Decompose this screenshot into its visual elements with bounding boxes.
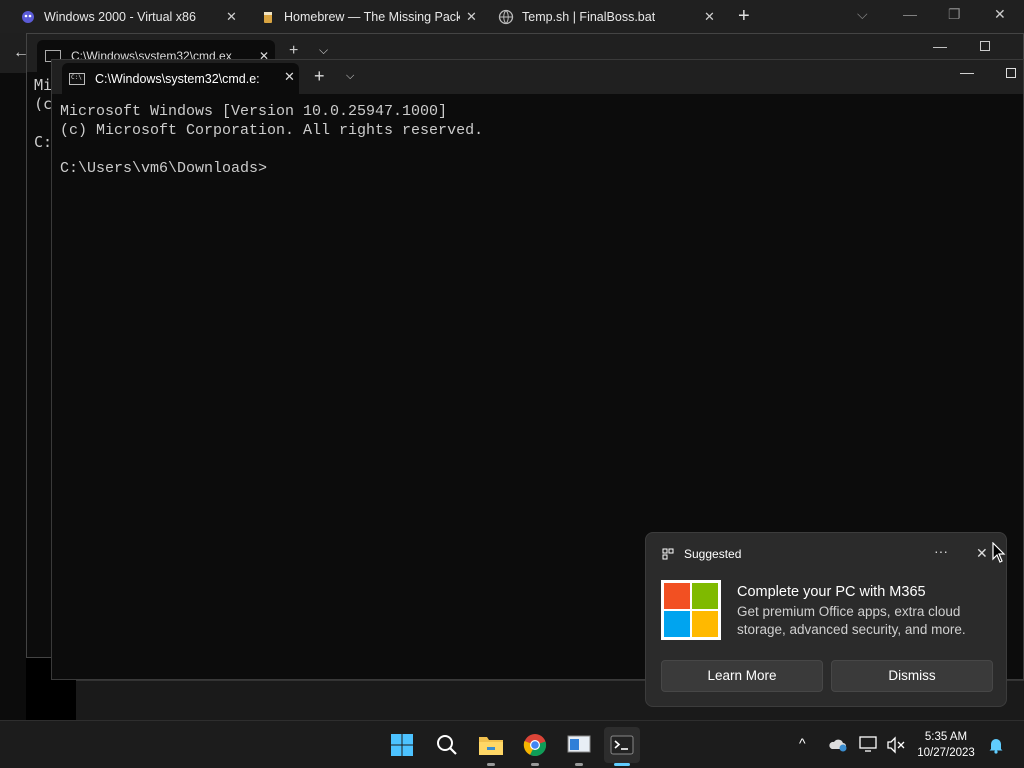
toast-header: Suggested [662, 547, 741, 561]
dismiss-button[interactable]: Dismiss [831, 660, 993, 692]
chevron-down-icon[interactable]: ⌵ [319, 43, 328, 58]
close-icon[interactable]: ✕ [284, 69, 295, 85]
new-tab-icon[interactable]: + [289, 42, 298, 60]
remote-desktop-icon [567, 735, 591, 753]
background-terminal-text: (c [34, 95, 53, 113]
maximize-icon[interactable] [1006, 68, 1016, 78]
running-indicator [575, 763, 583, 766]
terminal-line: Microsoft Windows [Version 10.0.25947.10… [60, 103, 448, 120]
browser-tab-temp-sh[interactable]: Temp.sh | FinalBoss.bat ✕ [478, 0, 728, 33]
minimize-icon[interactable]: — [960, 64, 974, 80]
suggested-icon [662, 548, 674, 560]
running-indicator [487, 763, 495, 766]
notification-toast: Suggested ··· ✕ Complete your PC with M3… [645, 532, 1007, 707]
notification-bell-icon[interactable] [987, 736, 1005, 754]
restore-icon[interactable]: ❐ [948, 6, 961, 23]
folder-icon [479, 737, 503, 755]
toast-body: Get premium Office apps, extra cloud sto… [737, 604, 966, 637]
browser-tab-label: Windows 2000 - Virtual x86 [44, 9, 196, 24]
close-icon[interactable]: ✕ [466, 9, 477, 25]
terminal-prompt: C:\Users\vm6\Downloads> [60, 160, 268, 177]
close-icon[interactable]: ✕ [704, 9, 715, 25]
globe-icon [498, 9, 514, 24]
terminal-tab[interactable]: C:\ C:\Windows\system32\cmd.e: ✕ [62, 63, 299, 94]
running-indicator [531, 763, 539, 766]
logo-square [664, 583, 690, 609]
volume-muted-icon[interactable] [886, 736, 906, 754]
browser-tab-homebrew[interactable]: Homebrew — The Missing Packa ✕ [240, 0, 490, 33]
terminal-button[interactable] [604, 727, 640, 763]
network-icon[interactable] [859, 736, 879, 754]
microsoft-logo-icon [661, 580, 721, 640]
browser-tab-label: Homebrew — The Missing Packa [284, 9, 460, 24]
new-tab-icon[interactable]: + [314, 66, 325, 87]
homebrew-icon [264, 11, 272, 23]
logo-square [692, 583, 718, 609]
terminal-icon [610, 735, 634, 755]
logo-square [692, 611, 718, 637]
chevron-up-icon[interactable]: ^ [799, 735, 806, 751]
chevron-down-icon[interactable]: ⌵ [346, 70, 354, 83]
logo-square [664, 611, 690, 637]
close-icon[interactable]: ✕ [226, 9, 237, 25]
start-button[interactable] [386, 729, 418, 761]
learn-more-button[interactable]: Learn More [661, 660, 823, 692]
background-terminal-text: C: [34, 133, 53, 151]
background-window-edge [0, 73, 26, 721]
terminal-line: (c) Microsoft Corporation. All rights re… [60, 122, 484, 139]
toast-title: Complete your PC with M365 [737, 584, 926, 600]
cmd-icon: C:\ [69, 72, 85, 85]
chrome-icon [523, 734, 547, 757]
taskbar: ^ 5:35 AM 10/27/2023 [0, 720, 1024, 768]
terminal-output[interactable]: Microsoft Windows [Version 10.0.25947.10… [60, 102, 483, 178]
windows-icon [391, 734, 413, 756]
new-tab-icon[interactable]: + [738, 6, 750, 26]
search-icon [437, 735, 457, 755]
remote-desktop-button[interactable] [563, 729, 595, 761]
minimize-icon[interactable]: — [903, 6, 917, 22]
clock[interactable]: 5:35 AM 10/27/2023 [916, 729, 976, 761]
background-terminal-text: Mi [34, 76, 53, 94]
chevron-down-icon[interactable]: ⌵ [857, 6, 868, 23]
more-options-icon[interactable]: ··· [934, 543, 948, 559]
onedrive-icon[interactable] [828, 737, 848, 753]
close-window-icon[interactable]: ✕ [994, 6, 1006, 23]
virtual-x86-icon [22, 10, 34, 23]
close-icon[interactable]: ✕ [976, 545, 988, 562]
browser-tab-strip: Windows 2000 - Virtual x86 ✕ Homebrew — … [0, 0, 1024, 33]
terminal-titlebar: C:\ C:\Windows\system32\cmd.e: ✕ + ⌵ — [52, 60, 1023, 94]
search-button[interactable] [431, 729, 463, 761]
clock-date: 10/27/2023 [917, 747, 975, 759]
minimize-icon[interactable]: — [933, 38, 947, 54]
chrome-button[interactable] [519, 729, 551, 761]
clock-time: 5:35 AM [924, 731, 968, 743]
toast-header-label: Suggested [684, 547, 742, 561]
active-indicator [614, 763, 630, 766]
mouse-cursor-icon [992, 542, 1006, 563]
file-explorer-button[interactable] [475, 729, 507, 761]
maximize-icon[interactable] [980, 41, 990, 51]
browser-tab-label: Temp.sh | FinalBoss.bat [522, 9, 656, 24]
terminal-tab-title: C:\Windows\system32\cmd.e: [95, 71, 260, 86]
browser-tab-windows-2000[interactable]: Windows 2000 - Virtual x86 ✕ [0, 0, 250, 33]
